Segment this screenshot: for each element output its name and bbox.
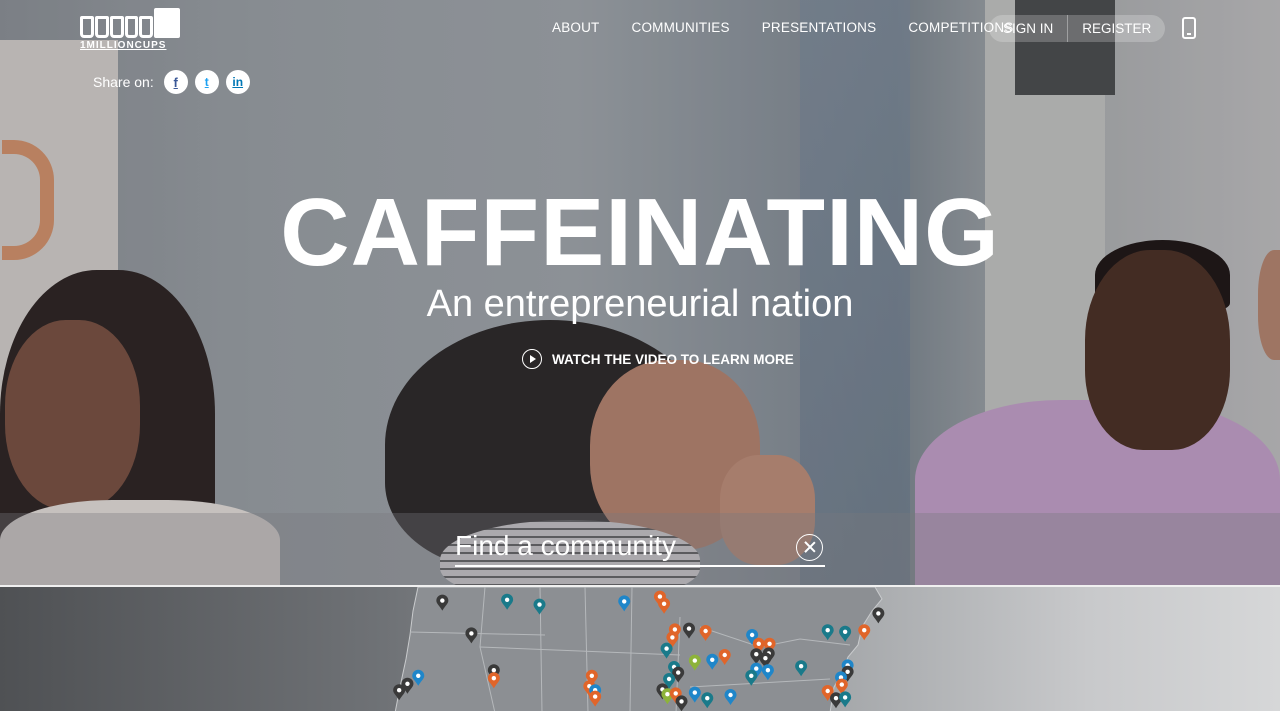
map-pin-dot bbox=[657, 594, 663, 599]
nav-communities[interactable]: COMMUNITIES bbox=[616, 18, 746, 38]
map-pin-dot bbox=[876, 611, 881, 616]
auth-buttons: SIGN IN REGISTER bbox=[989, 15, 1166, 42]
play-icon bbox=[522, 349, 542, 369]
community-search-input[interactable] bbox=[455, 527, 825, 567]
map-pin-dot bbox=[692, 658, 698, 663]
map-pin-dot bbox=[589, 673, 595, 678]
map-pin-dot bbox=[622, 599, 627, 604]
nav-presentations[interactable]: PRESENTATIONS bbox=[746, 18, 893, 38]
map-pin-dot bbox=[842, 695, 848, 700]
map-pin-dot bbox=[833, 696, 839, 701]
logo-cup-icon bbox=[139, 16, 154, 38]
map-pin-dot bbox=[661, 601, 667, 606]
logo-wordmark: 1MILLIONCUPS bbox=[80, 40, 167, 51]
logo-cup-icon bbox=[80, 16, 94, 38]
map-pin-dot bbox=[825, 688, 830, 694]
logo-cup-icon bbox=[109, 16, 124, 38]
nav-about[interactable]: ABOUT bbox=[536, 18, 616, 38]
sign-in-button[interactable]: SIGN IN bbox=[989, 15, 1067, 42]
map-pin-dot bbox=[491, 668, 497, 673]
map-pin-dot bbox=[756, 641, 761, 646]
map-pin-dot bbox=[416, 673, 421, 678]
map-pin-dot bbox=[705, 696, 710, 701]
map-pin-dot bbox=[765, 668, 771, 673]
watch-video-link[interactable]: WATCH THE VIDEO TO LEARN MORE bbox=[522, 349, 794, 369]
map-pin-dot bbox=[440, 598, 445, 603]
map-pin-dot bbox=[670, 635, 675, 640]
map-pin-dot bbox=[405, 681, 410, 686]
linkedin-icon[interactable]: in bbox=[225, 70, 250, 94]
facebook-icon[interactable]: f bbox=[163, 70, 188, 94]
map-pin-dot bbox=[491, 676, 497, 681]
map-pin-dot bbox=[664, 646, 669, 651]
map-pin-dot bbox=[754, 652, 759, 657]
map-pin-dot bbox=[679, 699, 684, 704]
map-pin-dot bbox=[692, 690, 698, 695]
map-pin-dot bbox=[672, 627, 678, 632]
twitter-icon[interactable]: t bbox=[194, 70, 219, 94]
share-bar: Share on: f t in bbox=[93, 70, 250, 94]
map-pin-dot bbox=[767, 641, 772, 646]
hero-subhead: An entrepreneurial nation bbox=[426, 283, 854, 325]
main-nav: ABOUT COMMUNITIES PRESENTATIONS COMPETIT… bbox=[536, 18, 1030, 38]
map-pin-dot bbox=[537, 602, 542, 607]
map-pin-dot bbox=[728, 692, 733, 698]
map-pin-dot bbox=[862, 628, 867, 633]
register-button[interactable]: REGISTER bbox=[1067, 15, 1165, 42]
hero-headline: CAFFEINATING bbox=[280, 179, 1000, 286]
map-pin-dot bbox=[710, 657, 715, 662]
map-pin-dot bbox=[665, 692, 670, 697]
map-pin-dot bbox=[396, 688, 402, 693]
mobile-phone-icon[interactable] bbox=[1182, 17, 1196, 39]
map-pin-dot bbox=[763, 656, 768, 661]
map-pin-dot bbox=[673, 691, 678, 696]
map-pin-dot bbox=[504, 597, 510, 602]
us-map[interactable] bbox=[0, 587, 1280, 711]
share-label: Share on: bbox=[93, 74, 154, 90]
map-pin-dot bbox=[703, 628, 708, 634]
map-pin-dot bbox=[676, 670, 681, 675]
map-pin-dot bbox=[749, 673, 754, 678]
site-logo[interactable]: 1MILLIONCUPS bbox=[80, 8, 180, 52]
map-pin-dot bbox=[754, 666, 759, 671]
map-pin-dot bbox=[839, 682, 845, 687]
map-pin-dot bbox=[666, 676, 672, 682]
map-pin-dot bbox=[749, 632, 755, 638]
map-pin-dot bbox=[842, 629, 848, 634]
logo-cup-icon bbox=[94, 16, 109, 38]
watch-video-label: WATCH THE VIDEO TO LEARN MORE bbox=[552, 351, 794, 367]
map-pin-dot bbox=[469, 631, 474, 636]
map-pin-dot bbox=[686, 626, 692, 631]
map-pin-dot bbox=[825, 628, 830, 633]
map-pin-dot bbox=[722, 652, 727, 658]
logo-cups-icon bbox=[80, 8, 180, 38]
logo-cup-icon bbox=[154, 8, 180, 38]
logo-cup-icon bbox=[124, 16, 139, 38]
community-map[interactable] bbox=[0, 585, 1280, 711]
map-pin-dot bbox=[845, 669, 850, 674]
map-pin-dot bbox=[592, 694, 598, 699]
close-icon[interactable] bbox=[796, 534, 823, 561]
map-pin-dot bbox=[798, 664, 804, 669]
us-map-outline bbox=[394, 587, 883, 711]
